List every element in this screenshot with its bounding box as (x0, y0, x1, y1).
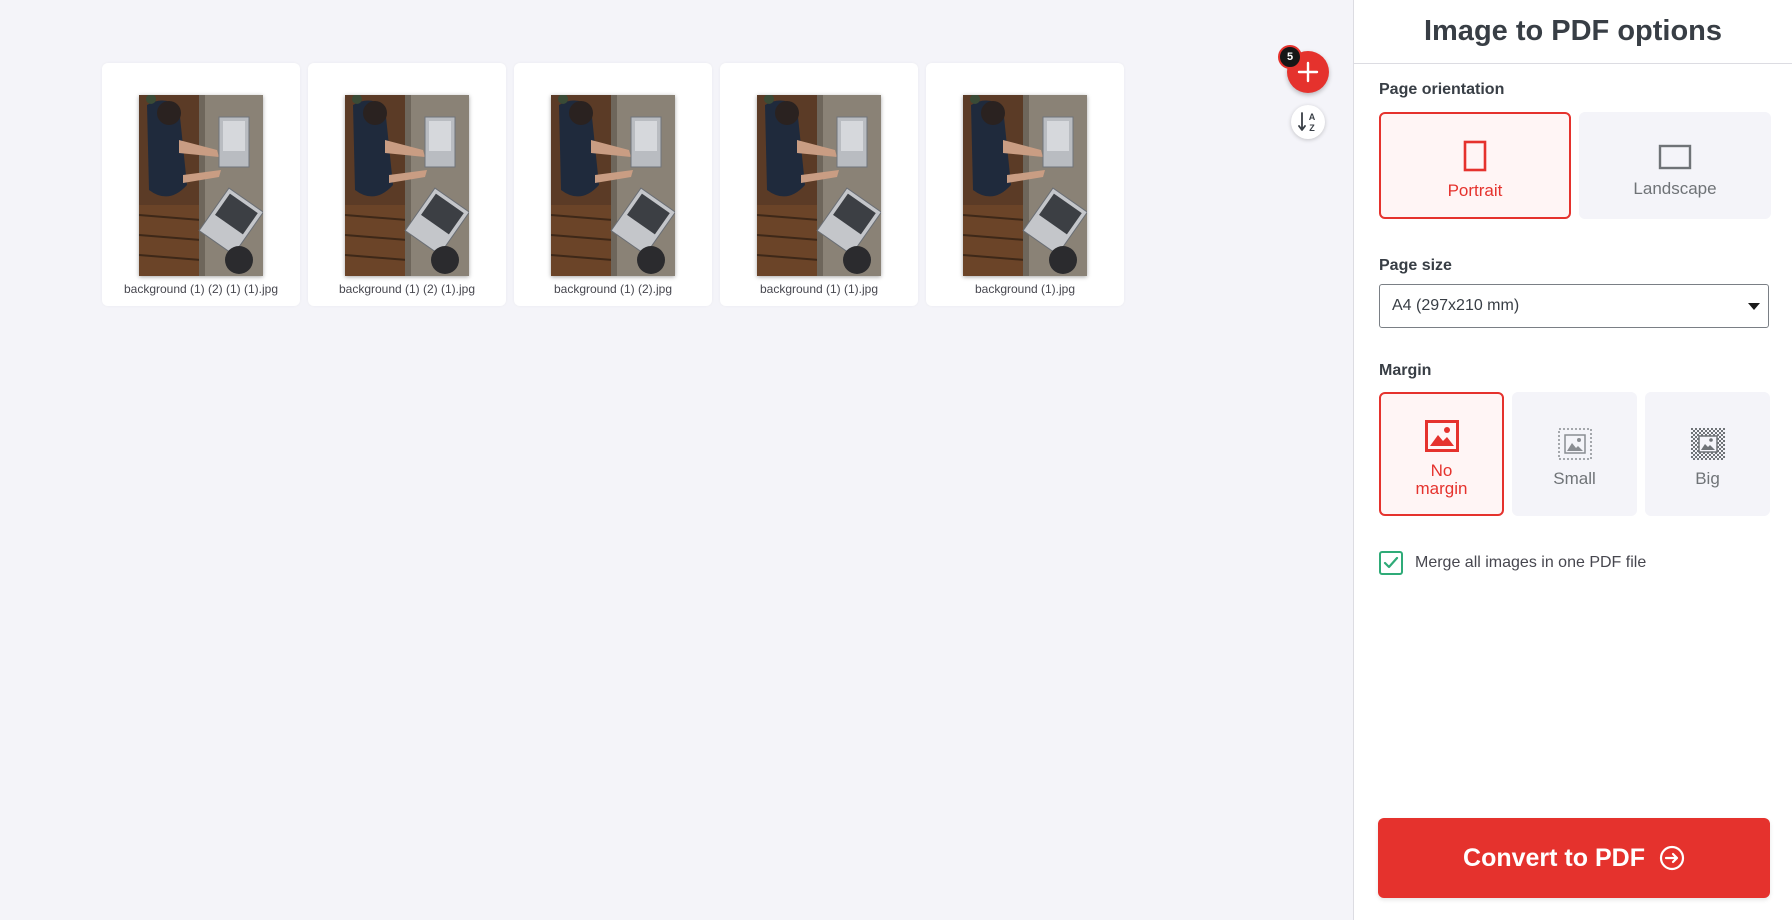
sidebar-title: Image to PDF options (1423, 15, 1723, 47)
file-card[interactable]: background (1) (2) (1).jpg (308, 63, 506, 306)
file-name: background (1) (1).jpg (759, 282, 879, 296)
convert-button[interactable]: Convert to PDF (1378, 818, 1770, 898)
file-name: background (1).jpg (974, 282, 1076, 296)
big-margin-image-icon (1690, 428, 1725, 460)
svg-text:Z: Z (1309, 123, 1315, 133)
page-size-value: A4 (297x210 mm) (1392, 297, 1520, 314)
file-name: background (1) (2).jpg (553, 282, 673, 296)
file-name: background (1) (2) (1) (1).jpg (123, 282, 279, 296)
file-name: background (1) (2) (1).jpg (338, 282, 476, 296)
checkmark-icon (1383, 556, 1399, 569)
file-card[interactable]: background (1) (1).jpg (720, 63, 918, 306)
file-grid: background (1) (2) (1) (1).jpg backgroun… (102, 63, 1124, 306)
merge-label: Merge all images in one PDF file (1415, 554, 1647, 571)
merge-row: Merge all images in one PDF file (1379, 551, 1646, 575)
landscape-page-icon (1658, 144, 1692, 170)
landscape-option[interactable]: Landscape (1579, 112, 1771, 219)
small-margin-image-icon (1557, 428, 1592, 460)
big-margin-option[interactable]: Big (1645, 392, 1770, 516)
convert-button-label: Convert to PDF (1463, 843, 1645, 872)
no-margin-image-icon (1424, 420, 1459, 452)
arrow-right-circle-icon (1659, 845, 1685, 871)
landscape-option-label: Landscape (1633, 179, 1717, 198)
image-thumbnail (757, 95, 881, 276)
big-margin-option-label: Big (1695, 469, 1720, 488)
file-card[interactable]: background (1).jpg (926, 63, 1124, 306)
caret-down-icon (1748, 303, 1760, 310)
svg-text:A: A (1309, 112, 1316, 122)
portrait-option-label: Portrait (1447, 181, 1503, 200)
plus-icon (1297, 61, 1319, 83)
image-thumbnail (963, 95, 1087, 276)
portrait-page-icon (1463, 140, 1487, 172)
sort-button[interactable]: A Z (1291, 105, 1325, 139)
no-margin-option-label: No margin (1415, 461, 1468, 498)
merge-checkbox[interactable] (1379, 551, 1403, 575)
sidebar-header: Image to PDF options (1354, 0, 1792, 64)
orientation-label: Page orientation (1379, 81, 1505, 98)
file-count-badge: 5 (1278, 45, 1302, 69)
no-margin-option[interactable]: No margin (1379, 392, 1504, 516)
workspace: background (1) (2) (1) (1).jpg backgroun… (0, 0, 1353, 920)
page-size-label: Page size (1379, 257, 1452, 274)
file-card[interactable]: background (1) (2).jpg (514, 63, 712, 306)
margin-label: Margin (1379, 362, 1432, 379)
file-card[interactable]: background (1) (2) (1) (1).jpg (102, 63, 300, 306)
options-sidebar: Image to PDF options Page orientation Po… (1353, 0, 1792, 920)
sort-alphabetical-icon: A Z (1298, 112, 1316, 133)
image-thumbnail (551, 95, 675, 276)
small-margin-option[interactable]: Small (1512, 392, 1637, 516)
page-size-select[interactable]: A4 (297x210 mm) (1379, 284, 1769, 328)
portrait-option[interactable]: Portrait (1379, 112, 1571, 219)
small-margin-option-label: Small (1553, 469, 1596, 488)
image-thumbnail (139, 95, 263, 276)
image-thumbnail (345, 95, 469, 276)
